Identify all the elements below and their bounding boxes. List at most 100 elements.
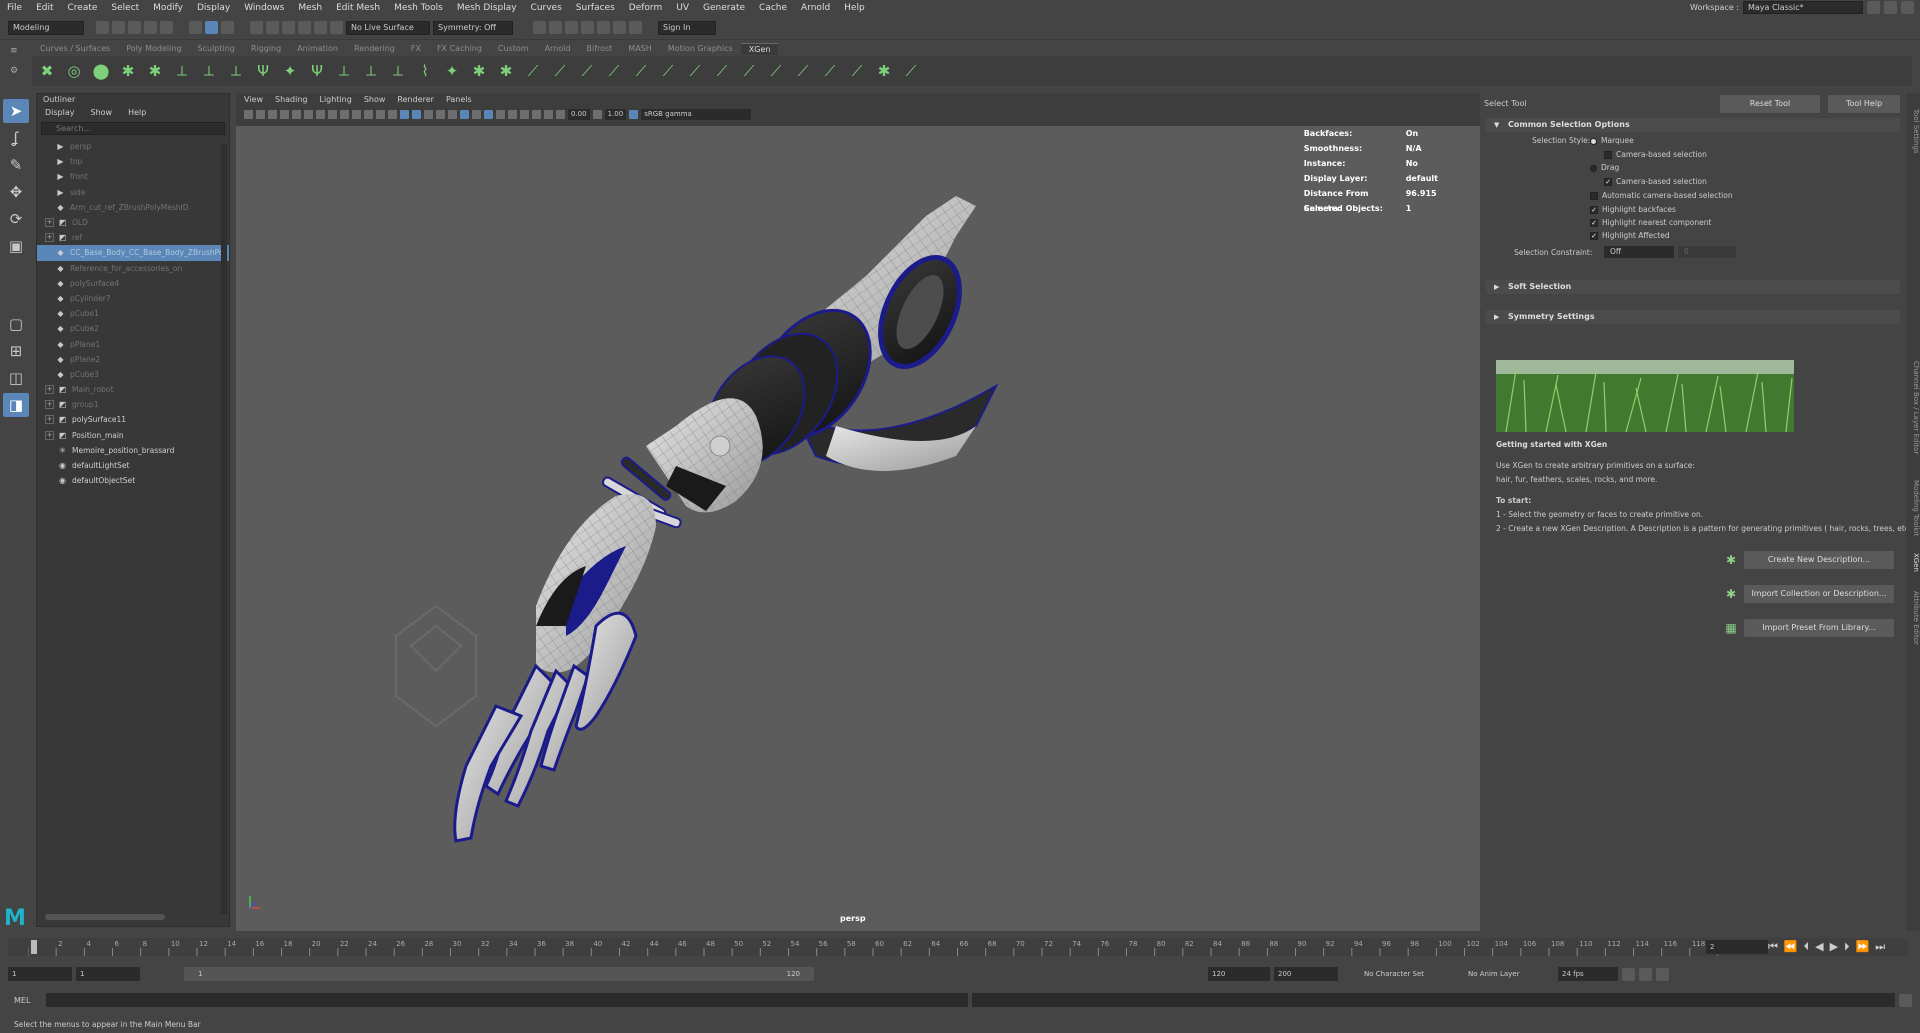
select-component-icon[interactable] <box>221 21 234 34</box>
expand-icon[interactable]: + <box>45 218 54 228</box>
snap-point-icon[interactable] <box>282 21 295 34</box>
field-chart-icon[interactable] <box>352 109 361 119</box>
image-plane-icon[interactable] <box>280 109 289 119</box>
tab-tool-settings[interactable]: Tool Settings <box>1906 101 1920 161</box>
xgen-shelf-tool-11-icon[interactable]: Ψ <box>306 60 328 82</box>
shelf-tab-arnold[interactable]: Arnold <box>537 43 579 55</box>
menu-windows[interactable]: Windows <box>237 0 291 16</box>
shelf-tab-rendering[interactable]: Rendering <box>346 43 403 55</box>
menu-create[interactable]: Create <box>61 0 105 16</box>
step-back-icon[interactable]: ⏪ <box>1784 940 1798 954</box>
highlight-backfaces-checkbox[interactable]: ✓ Highlight backfaces <box>1590 205 1676 214</box>
xgen-shelf-tool-30-icon[interactable]: ⟋ <box>819 60 841 82</box>
script-language-label[interactable]: MEL <box>8 996 42 1005</box>
menu-uv[interactable]: UV <box>669 0 696 16</box>
outliner-item[interactable]: ▶ side <box>37 185 229 200</box>
render-settings-icon[interactable] <box>581 21 594 34</box>
anim-prefs-icon[interactable] <box>1656 967 1669 981</box>
next-key-icon[interactable]: ⏵ <box>1844 940 1850 954</box>
arnold-render-icon[interactable] <box>613 21 626 34</box>
menu-deform[interactable]: Deform <box>622 0 669 16</box>
xgen-shelf-tool-1-icon[interactable]: ✖ <box>36 60 58 82</box>
menu-curves[interactable]: Curves <box>524 0 569 16</box>
color-space-dropdown[interactable]: sRGB gamma <box>641 108 752 120</box>
menu-modify[interactable]: Modify <box>146 0 190 16</box>
import-collection-button[interactable]: Import Collection or Description... <box>1744 585 1894 603</box>
undo-icon[interactable] <box>144 21 157 34</box>
shelf-tab-bifrost[interactable]: Bifrost <box>578 43 620 55</box>
menu-set-dropdown[interactable]: Modeling <box>8 20 84 35</box>
snap-curve-icon[interactable] <box>266 21 279 34</box>
anim-layer-dropdown[interactable]: No Anim Layer <box>1464 967 1554 981</box>
selection-constraint-dropdown[interactable]: Off <box>1604 246 1674 258</box>
gamma-field[interactable]: 1.00 <box>604 108 627 120</box>
outliner-item[interactable]: ◆ pCylinder7 <box>37 291 229 306</box>
expand-icon[interactable]: + <box>45 233 54 243</box>
tab-modeling-toolkit[interactable]: Modeling Toolkit <box>1906 473 1920 543</box>
soft-selection-section[interactable]: ▶ Soft Selection <box>1486 280 1900 294</box>
viewport-menu-panels[interactable]: Panels <box>446 93 472 107</box>
safe-action-icon[interactable] <box>364 109 373 119</box>
tab-channel-box[interactable]: Channel Box / Layer Editor <box>1906 353 1920 463</box>
viewport-menu-show[interactable]: Show <box>364 93 386 107</box>
outliner-search-input[interactable]: Search... <box>41 122 225 135</box>
camera-attr-icon[interactable] <box>256 109 265 119</box>
xgen-shelf-tool-28-icon[interactable]: ⟋ <box>765 60 787 82</box>
shelf-tab-xgen[interactable]: XGen <box>740 43 779 55</box>
marquee-radio[interactable]: Marquee <box>1590 136 1634 145</box>
expand-icon[interactable]: + <box>45 400 54 410</box>
outliner-item[interactable]: ▶ top <box>37 154 229 169</box>
prev-key-icon[interactable]: ⏴ <box>1804 940 1810 954</box>
go-to-end-icon[interactable]: ⏭ <box>1875 940 1885 954</box>
outliner-item[interactable]: ◆ Reference_for_accessories_on <box>37 261 229 276</box>
motion-blur-icon[interactable] <box>544 109 553 119</box>
outliner-menu-display[interactable]: Display <box>45 106 75 120</box>
live-surface-field[interactable]: No Live Surface <box>346 20 430 35</box>
menu-generate[interactable]: Generate <box>696 0 752 16</box>
snap-view-icon[interactable] <box>298 21 311 34</box>
xgen-shelf-tool-7-icon[interactable]: ⟂ <box>198 60 220 82</box>
outliner-item[interactable]: ◆ pCube2 <box>37 321 229 336</box>
render-history-icon[interactable] <box>533 21 546 34</box>
hypershade-icon[interactable] <box>597 21 610 34</box>
outliner-item[interactable]: ◆ CC_Base_Body_CC_Base_Body_ZBrushPo <box>37 245 229 261</box>
menu-display[interactable]: Display <box>190 0 237 16</box>
smooth-shade-icon[interactable] <box>400 109 409 119</box>
create-description-button[interactable]: Create New Description... <box>1744 551 1894 569</box>
fps-dropdown[interactable]: 24 fps <box>1558 967 1618 981</box>
xgen-shelf-tool-20-icon[interactable]: ⟋ <box>549 60 571 82</box>
playback-start-field[interactable]: 1 <box>76 967 140 981</box>
reset-tool-button[interactable]: Reset Tool <box>1720 95 1820 113</box>
xray-components-icon[interactable] <box>496 109 505 119</box>
shelf-tab-fx-caching[interactable]: FX Caching <box>429 43 490 55</box>
textured-icon[interactable] <box>424 109 433 119</box>
camera-based-checkbox-2[interactable]: ✓ Camera-based selection <box>1604 177 1707 186</box>
shelf-options-icon[interactable]: ⚙ <box>10 66 18 76</box>
move-tool-icon[interactable]: ✥ <box>3 180 29 204</box>
viewport-menu-renderer[interactable]: Renderer <box>397 93 434 107</box>
xgen-shelf-tool-9-icon[interactable]: Ψ <box>252 60 274 82</box>
shelf-tab-curves-surfaces[interactable]: Curves / Surfaces <box>32 43 118 55</box>
select-object-icon[interactable] <box>205 21 218 34</box>
panel-toggle-icon[interactable] <box>1901 1 1914 14</box>
aa-icon[interactable] <box>520 109 529 119</box>
xgen-shelf-tool-19-icon[interactable]: ⟋ <box>522 60 544 82</box>
xgen-shelf-tool-15-icon[interactable]: ⌇ <box>414 60 436 82</box>
xgen-shelf-tool-10-icon[interactable]: ✦ <box>279 60 301 82</box>
viewport-menu-view[interactable]: View <box>244 93 263 107</box>
camera-based-checkbox-1[interactable]: Camera-based selection <box>1604 150 1707 159</box>
redo-icon[interactable] <box>160 21 173 34</box>
xgen-shelf-tool-27-icon[interactable]: ⟋ <box>738 60 760 82</box>
viewport-menu-lighting[interactable]: Lighting <box>319 93 351 107</box>
tab-attribute-editor[interactable]: Attribute Editor <box>1906 583 1920 653</box>
xgen-shelf-tool-21-icon[interactable]: ⟋ <box>576 60 598 82</box>
new-scene-icon[interactable] <box>96 21 109 34</box>
shelf-tab-motion-graphics[interactable]: Motion Graphics <box>660 43 741 55</box>
outliner-item[interactable]: + ◩ polySurface11 <box>37 412 229 427</box>
shelf-menu-icon[interactable]: ≡ <box>10 46 18 56</box>
xgen-shelf-tool-16-icon[interactable]: ✦ <box>441 60 463 82</box>
outliner-menu-show[interactable]: Show <box>91 106 113 120</box>
playback-end-field[interactable]: 120 <box>1208 967 1270 981</box>
menu-help[interactable]: Help <box>837 0 872 16</box>
drag-radio[interactable]: Drag <box>1590 163 1619 172</box>
